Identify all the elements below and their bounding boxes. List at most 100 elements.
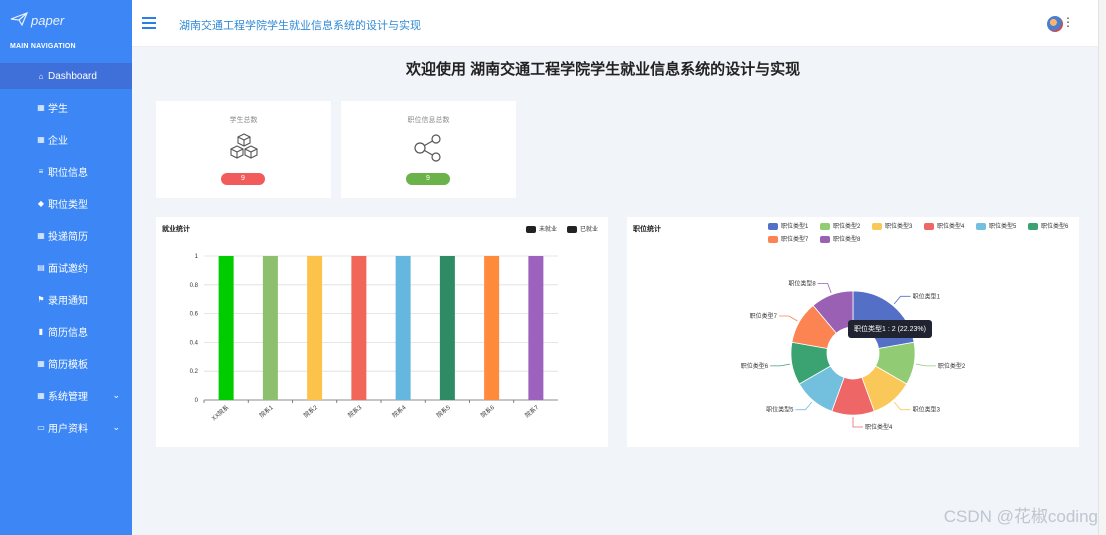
grid-icon: ▦: [37, 134, 45, 144]
sidebar-item-7[interactable]: ⚑ 录用通知: [0, 286, 132, 312]
sidebar-item-label: Dashboard: [48, 70, 97, 82]
stat-label: 学生总数: [229, 117, 258, 124]
cubes-icon: [228, 132, 260, 167]
grid-icon: ▦: [37, 230, 45, 240]
pie-slice-label: 职位类型4: [865, 423, 893, 431]
grid-icon: ▦: [37, 358, 45, 368]
paper-plane-icon: [10, 11, 29, 29]
x-tick-label: 院系2: [302, 403, 319, 419]
watermark: CSDN @花椒coding: [943, 507, 1098, 526]
pie-slice-label: 职位类型7: [750, 312, 778, 320]
bar[interactable]: [484, 256, 500, 400]
hamburger-menu-icon[interactable]: [142, 17, 156, 29]
pie-slice-label: 职位类型6: [741, 362, 769, 370]
sidebar-item-5[interactable]: ▦ 投递简历: [0, 222, 132, 248]
bar[interactable]: [307, 256, 323, 400]
grid-icon: ▦: [37, 390, 45, 400]
label-leader-line: [795, 401, 813, 411]
sidebar-item-10[interactable]: ▦ 系统管理 ⌄: [0, 382, 132, 408]
share-icon: [413, 134, 443, 167]
sidebar-item-label: 学生: [48, 103, 68, 115]
sidebar-item-label: 系统管理: [48, 391, 88, 403]
x-tick-label: 院系5: [435, 403, 452, 419]
x-tick-label: 院系4: [391, 403, 408, 419]
avatar[interactable]: [1047, 16, 1063, 32]
bar[interactable]: [439, 256, 455, 400]
sidebar-item-2[interactable]: ▦ 企业: [0, 126, 132, 152]
job-count-card: 职位信息总数 9: [341, 101, 516, 198]
chevron-down-icon: ⌄: [112, 421, 120, 432]
file-icon: ▮: [38, 326, 44, 336]
sidebar-item-label: 简历信息: [48, 327, 88, 339]
y-tick-label: 0.8: [190, 283, 199, 289]
sidebar-item-1[interactable]: ▦ 学生: [0, 94, 132, 120]
chart-tooltip: 职位类型1 : 2 (22.23%): [848, 320, 932, 338]
label-leader-line: [852, 417, 863, 428]
label-leader-line: [893, 401, 911, 411]
job-count-badge: 9: [406, 173, 450, 185]
x-tick-label: 院系7: [523, 403, 540, 419]
pie-slice-label: 职位类型8: [788, 279, 816, 287]
user-card-icon: ▭: [37, 422, 45, 432]
grid-icon: ▦: [37, 102, 45, 112]
sidebar-item-9[interactable]: ▦ 简历模板: [0, 350, 132, 376]
employment-chart-card: 就业统计 未就业 已就业 0 0.2 0.4 0.6 0.8 1 XX院系 院系1 院系2 院系3…: [156, 217, 608, 447]
pie-slice-label: 职位类型3: [913, 406, 941, 414]
flag-icon: ⚑: [37, 294, 45, 304]
page-title: 欢迎使用 湖南交通工程学院学生就业信息系统的设计与实现: [406, 61, 801, 78]
x-tick-label: 院系3: [346, 403, 363, 419]
student-count-card: 学生总数 9: [156, 101, 331, 198]
y-tick-label: 0.2: [190, 369, 199, 375]
sidebar-item-label: 职位信息: [48, 167, 88, 179]
sidebar-item-label: 面试邀约: [48, 263, 88, 275]
sidebar-item-label: 录用通知: [48, 295, 88, 307]
label-leader-line: [770, 363, 791, 367]
sidebar-item-label: 职位类型: [48, 199, 88, 211]
x-tick-label: 院系6: [479, 403, 496, 419]
label-leader-line: [915, 363, 936, 367]
sidebar-item-4[interactable]: ◆ 职位类型: [0, 190, 132, 216]
vertical-scrollbar[interactable]: [1098, 0, 1106, 535]
pie-slice-label: 职位类型1: [913, 292, 941, 300]
bar[interactable]: [218, 256, 234, 400]
x-tick-label: 院系1: [258, 403, 275, 419]
y-tick-label: 0: [195, 398, 199, 404]
job-type-chart-card: 职位统计 职位类型1 职位类型2 职位类型3 职位类型4 职位类型5 职位类型6 职位类型7…: [627, 217, 1079, 447]
pie-slice-label: 职位类型2: [938, 362, 966, 370]
bar[interactable]: [395, 256, 411, 400]
bar[interactable]: [262, 256, 278, 400]
top-bar: 湖南交通工程学院学生就业信息系统的设计与实现 ⋮: [132, 0, 1106, 47]
sidebar: paper MAIN NAVIGATION ⌂ Dashboard ▦ 学生 ▦ 企业 ≡ 职…: [0, 0, 152, 535]
chevron-down-icon: ⌄: [112, 389, 120, 400]
list-icon: ≡: [38, 166, 44, 176]
bar-chart: 0 0.2 0.4 0.6 0.8 1 XX院系 院系1 院系2 院系3 院系4 院系5 院系6 院系7: [190, 254, 558, 422]
y-tick-label: 0.6: [190, 312, 199, 318]
table-icon: ▤: [37, 262, 45, 272]
sidebar-item-3[interactable]: ≡ 职位信息: [0, 158, 132, 184]
sidebar-item-label: 用户资料: [48, 423, 88, 435]
student-count-badge: 9: [221, 173, 265, 185]
x-tick-label: XX院系: [210, 403, 230, 422]
nav-section-title: MAIN NAVIGATION: [10, 43, 76, 50]
sidebar-item-label: 简历模板: [48, 359, 88, 371]
y-tick-label: 1: [195, 254, 199, 260]
stat-label: 职位信息总数: [407, 117, 450, 124]
pie-slice-label: 职位类型5: [766, 406, 794, 414]
more-vertical-icon[interactable]: ⋮: [1062, 15, 1074, 29]
bar[interactable]: [351, 256, 367, 400]
sidebar-item-0[interactable]: ⌂ Dashboard: [0, 63, 152, 89]
header-title: 湖南交通工程学院学生就业信息系统的设计与实现: [179, 20, 421, 32]
bar[interactable]: [528, 256, 544, 400]
logo-text: paper: [31, 13, 65, 28]
app-logo[interactable]: paper: [10, 11, 65, 29]
label-leader-line: [778, 315, 798, 322]
home-icon: ⌂: [38, 71, 44, 81]
sidebar-item-6[interactable]: ▤ 面试邀约: [0, 254, 132, 280]
sidebar-item-8[interactable]: ▮ 简历信息: [0, 318, 132, 344]
y-tick-label: 0.4: [190, 340, 199, 346]
sidebar-item-11[interactable]: ▭ 用户资料 ⌄: [0, 414, 132, 440]
sidebar-item-label: 投递简历: [48, 231, 88, 243]
label-leader-line: [817, 283, 832, 293]
main-content: 欢迎使用 湖南交通工程学院学生就业信息系统的设计与实现 学生总数 9 职位信息总…: [132, 47, 1098, 535]
tag-icon: ◆: [37, 198, 45, 208]
